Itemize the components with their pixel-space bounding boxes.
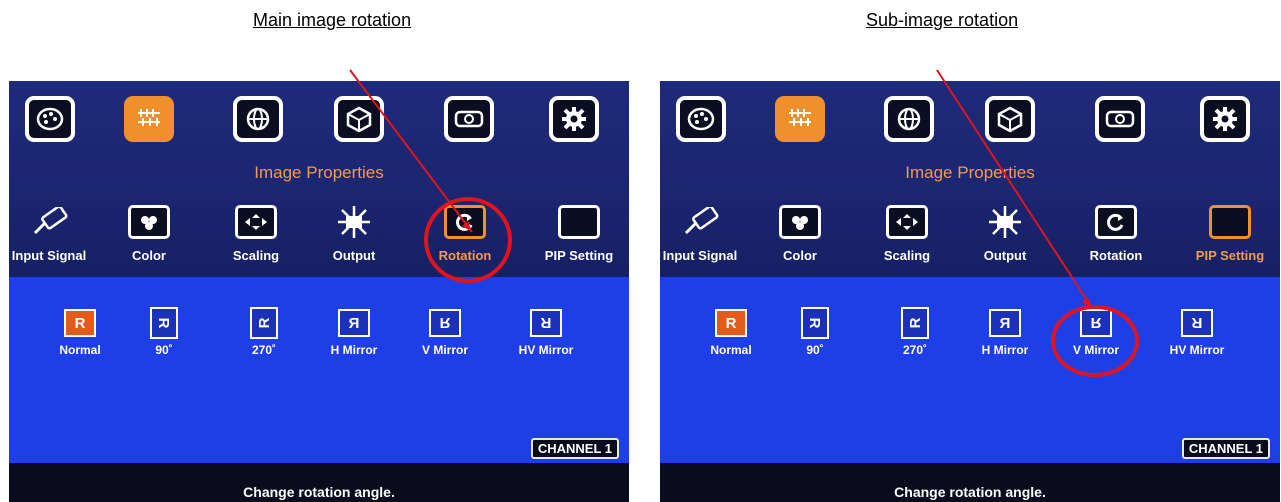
submenu-label: Input Signal (662, 248, 738, 263)
rotation-option-normal[interactable]: R Normal (40, 309, 120, 357)
output-sun-icon (984, 205, 1026, 239)
rotation-options-area (9, 277, 629, 463)
rotation-option-v-mirror[interactable]: R V Mirror (1056, 309, 1136, 357)
option-label: Normal (710, 343, 752, 357)
rotation-option-h-mirror[interactable]: R H Mirror (965, 309, 1045, 357)
r-icon: R (150, 307, 178, 339)
section-title: Image Properties (254, 163, 384, 182)
r-icon: R (429, 309, 461, 337)
pip-icon (1209, 205, 1251, 239)
r-icon: R (901, 307, 929, 339)
3d-cube-icon[interactable] (334, 96, 384, 142)
submenu-label: Color (783, 248, 817, 263)
rotation-option-h-mirror[interactable]: R H Mirror (314, 309, 394, 357)
submenu-label: Input Signal (11, 248, 87, 263)
3d-cube-icon[interactable] (985, 96, 1035, 142)
rotation-option-normal[interactable]: R Normal (691, 309, 771, 357)
pip-icon (558, 205, 600, 239)
submenu-label: PIP Setting (544, 248, 614, 263)
option-label: HV Mirror (518, 343, 574, 357)
r-icon: R (530, 309, 562, 337)
option-label: HV Mirror (1169, 343, 1225, 357)
submenu-color[interactable]: Color (104, 205, 194, 263)
submenu-label: Output (332, 248, 376, 263)
option-label: 90˚ (155, 343, 173, 357)
r-icon: R (989, 309, 1021, 337)
submenu-label: PIP Setting (1195, 248, 1265, 263)
rotation-option-v-mirror[interactable]: R V Mirror (405, 309, 485, 357)
submenu-scaling[interactable]: Scaling (862, 205, 952, 263)
r-icon: R (64, 309, 96, 337)
channel-badge: CHANNEL 1 (1181, 438, 1270, 459)
r-icon: R (715, 309, 747, 337)
option-label: 270˚ (251, 343, 277, 357)
option-label: H Mirror (981, 343, 1029, 357)
caption-main-image-rotation: Main image rotation (253, 10, 412, 30)
rotation-option-270[interactable]: R 270˚ (224, 307, 304, 357)
color-icon (779, 205, 821, 239)
usb-cable-icon (28, 205, 70, 239)
rotation-option-270[interactable]: R 270˚ (875, 307, 955, 357)
osd-panel-sub: Image Properties Input Signal Color Scal… (660, 81, 1280, 502)
submenu-output[interactable]: Output (309, 205, 399, 263)
submenu-pip-setting[interactable]: PIP Setting (1185, 205, 1275, 263)
palette-icon[interactable] (676, 96, 726, 142)
submenu-input-signal[interactable]: Input Signal (660, 205, 745, 263)
submenu-label: Scaling (883, 248, 931, 263)
image-properties-icon[interactable] (124, 96, 174, 142)
option-label: H Mirror (330, 343, 378, 357)
channel-badge: CHANNEL 1 (530, 438, 619, 459)
palette-icon[interactable] (25, 96, 75, 142)
option-label: V Mirror (1072, 343, 1119, 357)
rotation-option-hv-mirror[interactable]: R HV Mirror (506, 309, 586, 357)
status-text: Change rotation angle. (894, 484, 1046, 500)
output-sun-icon (333, 205, 375, 239)
projector-icon[interactable] (1095, 96, 1145, 142)
submenu-label: Rotation (1089, 248, 1143, 263)
submenu-rotation[interactable]: Rotation (1071, 205, 1161, 263)
option-label: Normal (59, 343, 101, 357)
gear-icon[interactable] (549, 96, 599, 142)
color-icon (128, 205, 170, 239)
globe-icon[interactable] (884, 96, 934, 142)
projector-icon[interactable] (444, 96, 494, 142)
submenu-output[interactable]: Output (960, 205, 1050, 263)
scaling-icon (235, 205, 277, 239)
rotation-icon (444, 205, 486, 239)
section-title: Image Properties (905, 163, 1035, 182)
submenu-rotation[interactable]: Rotation (420, 205, 510, 263)
rotation-icon (1095, 205, 1137, 239)
submenu-scaling[interactable]: Scaling (211, 205, 301, 263)
option-label: V Mirror (421, 343, 468, 357)
rotation-option-hv-mirror[interactable]: R HV Mirror (1157, 309, 1237, 357)
scaling-icon (886, 205, 928, 239)
option-label: 270˚ (902, 343, 928, 357)
submenu-label: Scaling (232, 248, 280, 263)
top-menu-area: Image Properties Input Signal Color Scal… (9, 81, 629, 277)
osd-panel-main: Image Properties Input Signal Color Scal… (9, 81, 629, 502)
r-icon: R (1080, 309, 1112, 337)
image-properties-icon[interactable] (775, 96, 825, 142)
rotation-option-90[interactable]: R 90˚ (124, 307, 204, 357)
submenu-label: Rotation (438, 248, 492, 263)
option-label: 90˚ (806, 343, 824, 357)
caption-sub-image-rotation: Sub-image rotation (866, 10, 1019, 30)
submenu-input-signal[interactable]: Input Signal (9, 205, 94, 263)
submenu-label: Color (132, 248, 166, 263)
globe-icon[interactable] (233, 96, 283, 142)
rotation-option-90[interactable]: R 90˚ (775, 307, 855, 357)
usb-cable-icon (679, 205, 721, 239)
submenu-label: Output (983, 248, 1027, 263)
rotation-options-area (660, 277, 1280, 463)
submenu-pip-setting[interactable]: PIP Setting (534, 205, 624, 263)
r-icon: R (250, 307, 278, 339)
submenu-color[interactable]: Color (755, 205, 845, 263)
r-icon: R (801, 307, 829, 339)
r-icon: R (338, 309, 370, 337)
gear-icon[interactable] (1200, 96, 1250, 142)
r-icon: R (1181, 309, 1213, 337)
top-menu-area: Image Properties Input Signal Color Scal… (660, 81, 1280, 277)
status-text: Change rotation angle. (243, 484, 395, 500)
